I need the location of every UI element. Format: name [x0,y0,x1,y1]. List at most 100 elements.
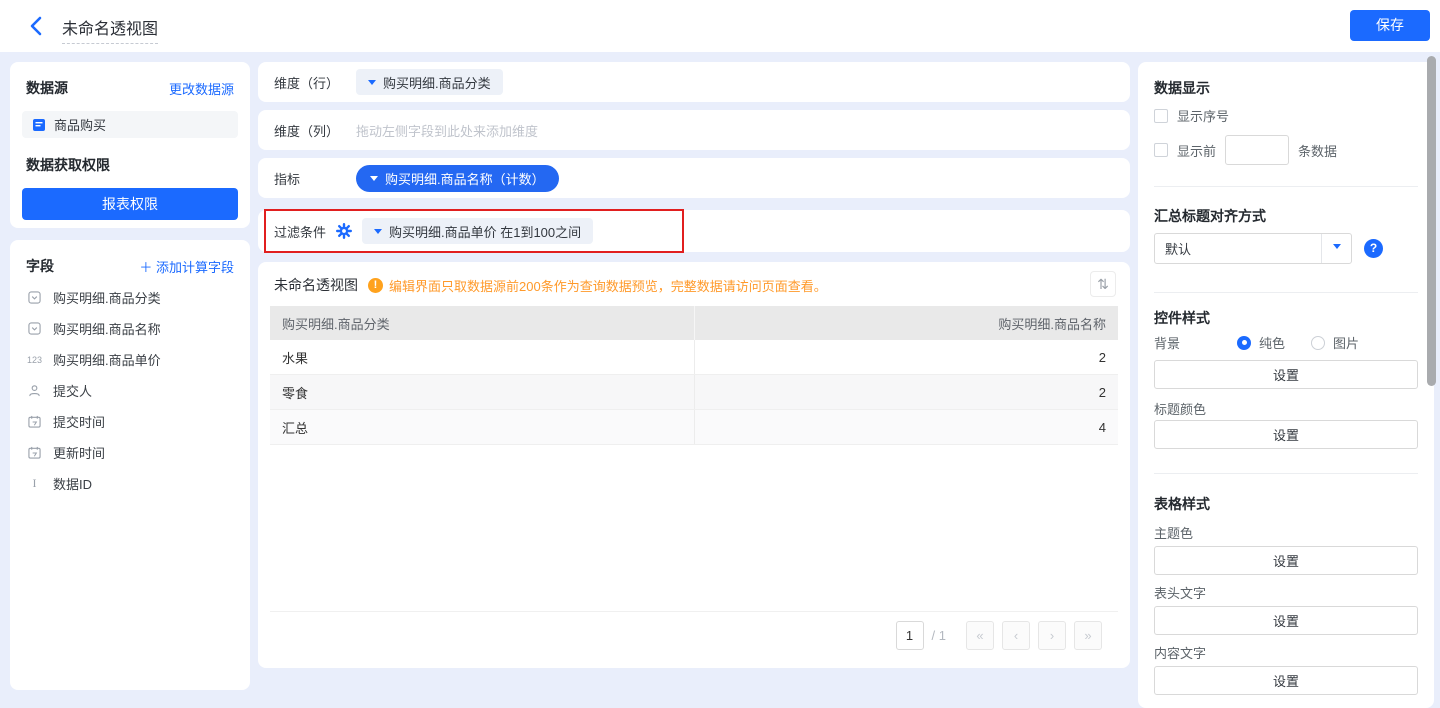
help-icon[interactable]: ? [1364,239,1383,258]
report-permission-button[interactable]: 报表权限 [22,188,238,220]
table-row: 零食 2 [270,375,1118,410]
metric-label: 指标 [274,169,356,188]
field-label: 更新时间 [53,443,105,462]
page-total-label: / 1 [932,628,946,643]
field-item-product-category[interactable]: 购买明细.商品分类 [10,282,250,313]
summary-align-select[interactable]: 默认 [1154,233,1352,264]
vertical-scrollbar[interactable] [1427,56,1436,386]
calendar-icon [26,446,43,459]
cell-category: 汇总 [270,410,695,444]
filter-row: 过滤条件 购买明细.商品单价 在1到100之间 [258,210,1130,252]
divider [1154,186,1418,187]
theme-color-setting-button[interactable]: 设置 [1154,546,1418,575]
select-field-icon [26,322,43,335]
show-index-option: 显示序号 [1154,106,1229,125]
change-datasource-link[interactable]: 更改数据源 [169,79,234,98]
save-button[interactable]: 保存 [1350,10,1430,41]
top-bar: 未命名透视图 保存 [0,0,1440,52]
background-option-row: 背景 纯色 图片 [1154,333,1418,352]
preview-title: 未命名透视图 [274,275,358,295]
metric-tag[interactable]: 购买明细.商品名称（计数） [356,165,559,192]
column-dimension-row: 维度（列） 拖动左侧字段到此处来添加维度 [258,110,1130,150]
header-text-label: 表头文字 [1154,583,1206,602]
title-color-label: 标题颜色 [1154,399,1206,418]
cell-count: 2 [695,385,1119,400]
preview-warning: ! 编辑界面只取数据源前200条作为查询数据预览，完整数据请访问页面查看。 [368,276,827,295]
solid-color-radio[interactable] [1237,336,1251,350]
table-header-category: 购买明细.商品分类 [270,306,695,340]
theme-color-label: 主题色 [1154,523,1193,542]
back-icon[interactable] [26,15,48,37]
first-page-button[interactable]: « [966,621,994,650]
row-dimension-tag[interactable]: 购买明细.商品分类 [356,69,503,95]
filter-condition-tag[interactable]: 购买明细.商品单价 在1到100之间 [362,218,593,244]
column-dimension-label: 维度（列） [274,121,356,140]
field-item-data-id[interactable]: I 数据ID [10,468,250,499]
solid-color-label: 纯色 [1259,333,1285,352]
select-field-icon [26,291,43,304]
show-first-label: 显示前 [1177,141,1216,160]
table-style-title: 表格样式 [1154,494,1210,514]
chevron-down-icon [370,176,378,185]
column-dimension-placeholder[interactable]: 拖动左侧字段到此处来添加维度 [356,121,538,140]
gear-icon[interactable] [336,223,352,239]
datasource-panel: 数据源 更改数据源 商品购买 数据获取权限 报表权限 [10,62,250,228]
filter-label: 过滤条件 [274,222,336,241]
rows-suffix-label: 条数据 [1298,141,1337,160]
field-item-product-price[interactable]: 123 购买明细.商品单价 [10,344,250,375]
preview-warning-text: 编辑界面只取数据源前200条作为查询数据预览，完整数据请访问页面查看。 [389,276,827,295]
filter-condition-tag-label: 购买明细.商品单价 在1到100之间 [389,222,581,241]
table-row: 水果 2 [270,340,1118,375]
field-item-product-name[interactable]: 购买明细.商品名称 [10,313,250,344]
show-first-checkbox[interactable] [1154,143,1168,157]
row-limit-input[interactable] [1225,135,1289,165]
field-label: 数据ID [53,474,92,493]
last-page-button[interactable]: » [1074,621,1102,650]
cell-category: 水果 [270,340,695,374]
page-title[interactable]: 未命名透视图 [62,15,158,44]
chevron-down-icon [1321,234,1351,263]
calendar-icon [26,415,43,428]
show-first-option: 显示前 条数据 [1154,135,1337,165]
datasource-title: 数据源 [26,78,68,98]
field-item-submit-time[interactable]: 提交时间 [10,406,250,437]
settings-panel: 数据显示 显示序号 显示前 条数据 汇总标题对齐方式 默认 ? 控件样式 背景 … [1138,62,1434,708]
metric-tag-label: 购买明细.商品名称（计数） [385,169,545,188]
image-label: 图片 [1333,333,1359,352]
summary-align-value: 默认 [1155,239,1321,258]
cell-count: 4 [695,420,1119,435]
datasource-item[interactable]: 商品购买 [22,111,238,138]
header-text-setting-button[interactable]: 设置 [1154,606,1418,635]
table-header-count: 购买明细.商品名称 [695,314,1119,333]
show-index-checkbox[interactable] [1154,109,1168,123]
field-label: 购买明细.商品分类 [53,288,161,307]
field-label: 提交时间 [53,412,105,431]
page-number-input[interactable] [896,621,924,650]
add-calc-field-link[interactable]: ＋ 添加计算字段 [139,257,234,276]
form-document-icon [32,118,46,132]
permission-title: 数据获取权限 [10,138,250,175]
background-setting-button[interactable]: 设置 [1154,360,1418,389]
prev-page-button[interactable]: ‹ [1002,621,1030,650]
show-index-label: 显示序号 [1177,106,1229,125]
fields-panel: 字段 ＋ 添加计算字段 购买明细.商品分类 购买明细.商品名称 123 购买明细… [10,240,250,690]
number-field-icon: 123 [26,355,43,365]
data-display-title: 数据显示 [1154,78,1210,98]
field-item-submitter[interactable]: 提交人 [10,375,250,406]
content-text-setting-button[interactable]: 设置 [1154,666,1418,695]
cell-category: 零食 [270,375,695,409]
datasource-item-label: 商品购买 [54,115,106,134]
preview-panel: 未命名透视图 ! 编辑界面只取数据源前200条作为查询数据预览，完整数据请访问页… [258,262,1130,668]
title-color-setting-button[interactable]: 设置 [1154,420,1418,449]
sort-icon[interactable]: ⇅ [1090,271,1116,297]
control-style-title: 控件样式 [1154,308,1210,328]
row-dimension-label: 维度（行） [274,73,356,92]
table-header-row: 购买明细.商品分类 购买明细.商品名称 [270,306,1118,340]
next-page-button[interactable]: › [1038,621,1066,650]
image-radio[interactable] [1311,336,1325,350]
field-item-update-time[interactable]: 更新时间 [10,437,250,468]
background-label: 背景 [1154,333,1237,352]
pivot-table: 购买明细.商品分类 购买明细.商品名称 水果 2 零食 2 汇总 4 [270,306,1118,612]
chevron-down-icon [368,80,376,89]
divider [1154,473,1418,474]
